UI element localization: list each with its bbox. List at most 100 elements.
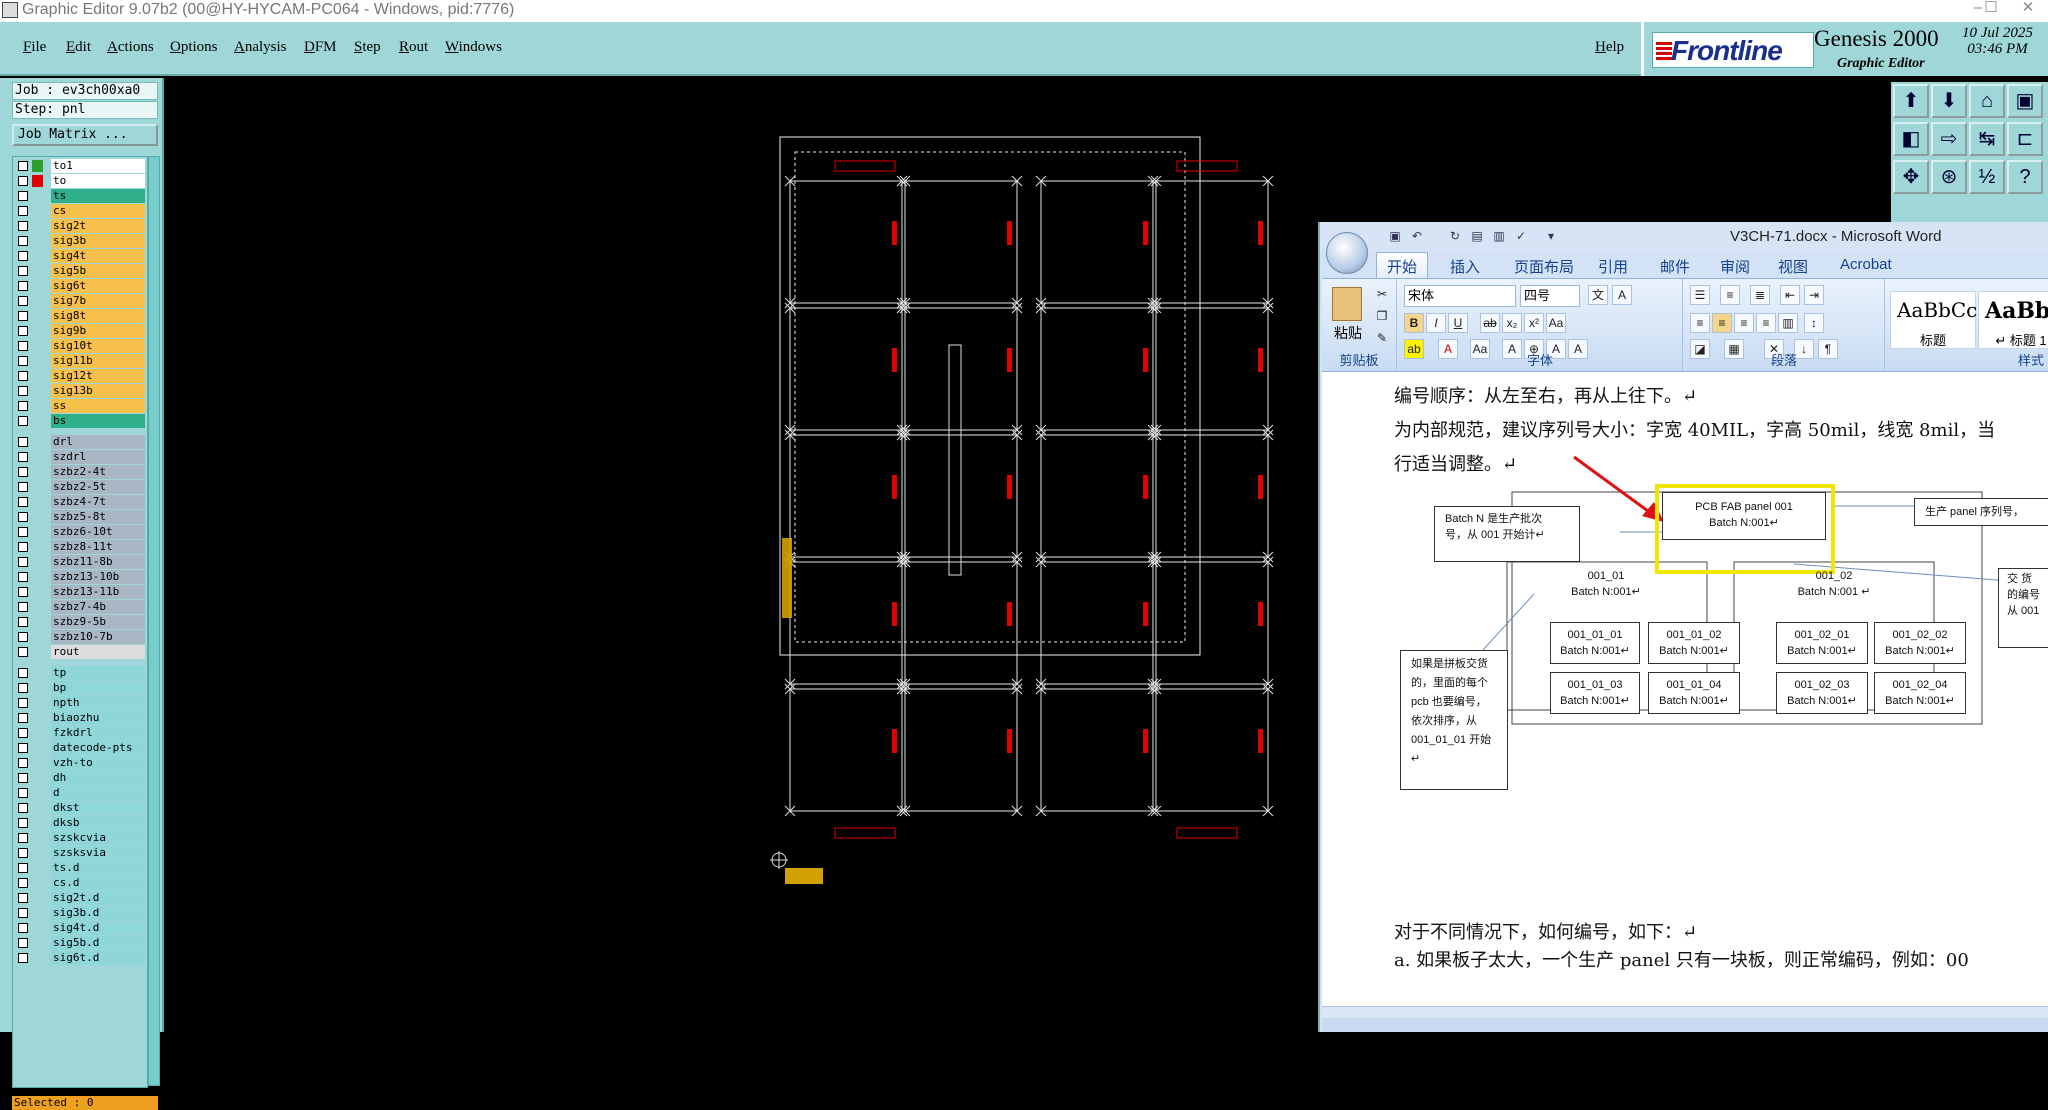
layer-name[interactable]: sig10t <box>51 339 145 353</box>
redo-icon[interactable]: ↻ <box>1448 230 1462 243</box>
snap-icon[interactable]: ⇨ <box>1931 122 1967 156</box>
layer-checkbox[interactable] <box>18 311 28 321</box>
layer-checkbox[interactable] <box>18 758 28 768</box>
layer-name[interactable]: sig12t <box>51 369 145 383</box>
layer-name[interactable]: dh <box>51 771 145 785</box>
layer-name[interactable]: szbz6-10t <box>51 525 145 539</box>
paste-label[interactable]: 粘贴 <box>1334 323 1362 343</box>
layer-checkbox[interactable] <box>18 482 28 492</box>
layer-checkbox[interactable] <box>18 251 28 261</box>
layer-row[interactable]: dkst <box>15 801 145 815</box>
zoom-home-icon[interactable]: ⬆ <box>1893 84 1929 118</box>
help-icon[interactable]: ? <box>2007 160 2043 194</box>
increase-indent-icon[interactable]: ⇥ <box>1804 285 1824 305</box>
layer-name[interactable]: tp <box>51 666 145 680</box>
layer-row[interactable]: tp <box>15 666 145 680</box>
frame-icon[interactable]: ▣ <box>2007 84 2043 118</box>
layer-row[interactable]: to <box>15 174 145 188</box>
layer-checkbox[interactable] <box>18 617 28 627</box>
measure-icon[interactable]: ↹ <box>1969 122 2005 156</box>
layer-name[interactable]: bs <box>51 414 145 428</box>
layer-checkbox[interactable] <box>18 803 28 813</box>
layer-row[interactable]: sig13b <box>15 384 145 398</box>
layer-row[interactable]: szbz13-10b <box>15 570 145 584</box>
layer-row[interactable]: szbz5-8t <box>15 510 145 524</box>
layer-checkbox[interactable] <box>18 512 28 522</box>
ratio-icon[interactable]: ½ <box>1969 160 2005 194</box>
zoom-window-icon[interactable]: ◧ <box>1893 122 1929 156</box>
layer-row[interactable]: bp <box>15 681 145 695</box>
layer-name[interactable]: szbz7-4b <box>51 600 145 614</box>
layer-checkbox[interactable] <box>18 698 28 708</box>
layer-scrollbar[interactable] <box>148 156 160 1086</box>
layer-row[interactable]: bs <box>15 414 145 428</box>
layer-name[interactable]: dkst <box>51 801 145 815</box>
layer-row[interactable]: sig4t.d <box>15 921 145 935</box>
layer-row[interactable]: sig2t <box>15 219 145 233</box>
layer-name[interactable]: sig2t <box>51 219 145 233</box>
layer-checkbox[interactable] <box>18 833 28 843</box>
menu-actions[interactable]: Actions <box>107 39 154 56</box>
layer-row[interactable]: sig11b <box>15 354 145 368</box>
layer-checkbox[interactable] <box>18 848 28 858</box>
layer-name[interactable]: sig4t.d <box>51 921 145 935</box>
layer-name[interactable]: sig4t <box>51 249 145 263</box>
menu-step[interactable]: Step <box>354 39 381 56</box>
style-heading1[interactable]: AaBb( ↵ 标题 1 <box>1978 291 2048 349</box>
layer-name[interactable]: vzh-to <box>51 756 145 770</box>
layer-checkbox[interactable] <box>18 497 28 507</box>
layer-checkbox[interactable] <box>18 818 28 828</box>
bold-button[interactable]: B <box>1404 313 1424 333</box>
tab-acrobat[interactable]: Acrobat <box>1840 256 1892 273</box>
tab-references[interactable]: 引用 <box>1598 256 1628 277</box>
layer-name[interactable]: szbz13-10b <box>51 570 145 584</box>
layer-checkbox[interactable] <box>18 296 28 306</box>
layer-name[interactable]: datecode-pts <box>51 741 145 755</box>
layer-checkbox[interactable] <box>18 437 28 447</box>
layer-checkbox[interactable] <box>18 236 28 246</box>
layer-checkbox[interactable] <box>18 743 28 753</box>
layer-checkbox[interactable] <box>18 572 28 582</box>
layer-name[interactable]: bp <box>51 681 145 695</box>
menu-analysis[interactable]: Analysis <box>234 39 287 56</box>
format-painter-icon[interactable]: ✎ <box>1372 329 1392 349</box>
layer-name[interactable]: ts.d <box>51 861 145 875</box>
layer-checkbox[interactable] <box>18 773 28 783</box>
layer-row[interactable]: sig2t.d <box>15 891 145 905</box>
layer-name[interactable]: drl <box>51 435 145 449</box>
layer-name[interactable]: sig11b <box>51 354 145 368</box>
layer-name[interactable]: fzkdrl <box>51 726 145 740</box>
layer-checkbox[interactable] <box>18 893 28 903</box>
layer-checkbox[interactable] <box>18 923 28 933</box>
layer-row[interactable]: szbz13-11b <box>15 585 145 599</box>
undo-icon[interactable]: ↶ <box>1410 230 1424 243</box>
layer-row[interactable]: szsksvia <box>15 846 145 860</box>
menu-file[interactable]: File <box>23 39 46 56</box>
subscript-button[interactable]: x₂ <box>1502 313 1522 333</box>
layer-checkbox[interactable] <box>18 602 28 612</box>
layer-checkbox[interactable] <box>18 788 28 798</box>
layer-name[interactable]: dksb <box>51 816 145 830</box>
layer-checkbox[interactable] <box>18 527 28 537</box>
layer-name[interactable]: cs <box>51 204 145 218</box>
layer-row[interactable]: rout <box>15 645 145 659</box>
open-icon[interactable]: ▤ <box>1470 230 1484 243</box>
layer-checkbox[interactable] <box>18 281 28 291</box>
layer-name[interactable]: szbz8-11t <box>51 540 145 554</box>
layer-name[interactable]: to1 <box>51 159 145 173</box>
save-icon[interactable]: ▣ <box>1388 230 1402 243</box>
layer-row[interactable]: drl <box>15 435 145 449</box>
layer-checkbox[interactable] <box>18 386 28 396</box>
spell-icon[interactable]: ✓ <box>1514 230 1528 243</box>
layer-row[interactable]: dksb <box>15 816 145 830</box>
cut-icon[interactable]: ✂ <box>1372 285 1392 305</box>
layer-row[interactable]: szbz2-5t <box>15 480 145 494</box>
layer-checkbox[interactable] <box>18 221 28 231</box>
layer-name[interactable]: szbz9-5b <box>51 615 145 629</box>
layer-row[interactable]: szskcvia <box>15 831 145 845</box>
layer-name[interactable]: sig8t <box>51 309 145 323</box>
layer-checkbox[interactable] <box>18 542 28 552</box>
menu-rout[interactable]: Rout <box>399 39 428 56</box>
layer-row[interactable]: biaozhu <box>15 711 145 725</box>
layer-row[interactable]: szbz9-5b <box>15 615 145 629</box>
